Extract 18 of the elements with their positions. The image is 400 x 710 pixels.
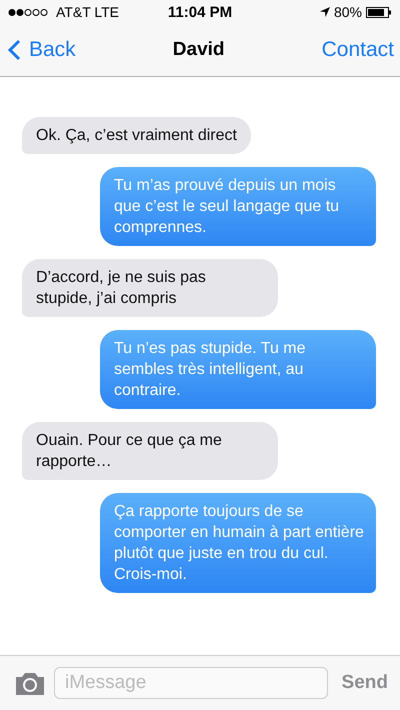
conversation-title: David <box>172 39 225 61</box>
message-field[interactable]: iMessage <box>54 667 328 699</box>
message-bubble: D’accord, je ne suis pas stupide, j’ai compris <box>22 259 278 317</box>
message-bubble: Ok. Ça, c’est vraiment direct <box>22 117 251 154</box>
battery-percent: 80% <box>334 4 362 20</box>
message-bubble: Tu n’es pas stupide. Tu me sembles très intelligent, au contraire. <box>100 330 376 409</box>
message-bubble: Ouain. Pour ce que ça me rapporte… <box>22 422 278 480</box>
contact-button[interactable]: Contact <box>322 38 394 62</box>
chevron-icon <box>8 39 21 61</box>
battery-icon <box>366 6 392 18</box>
back-button[interactable]: Back <box>8 38 76 62</box>
camera-icon[interactable] <box>14 671 46 695</box>
location-icon <box>320 7 330 17</box>
back-label: Back <box>29 38 76 62</box>
message-bubble: Ça rapporte toujours de se comporter en humain à part entière plutôt que juste en trou du cul. Crois-moi. <box>100 493 376 593</box>
carrier-label: AT&T LTE <box>56 4 120 20</box>
clock: 11:04 PM <box>168 4 232 20</box>
message-bubble: Tu m’as prouvé depuis un mois que c’est le seul langage que tu comprennes. <box>100 167 376 246</box>
